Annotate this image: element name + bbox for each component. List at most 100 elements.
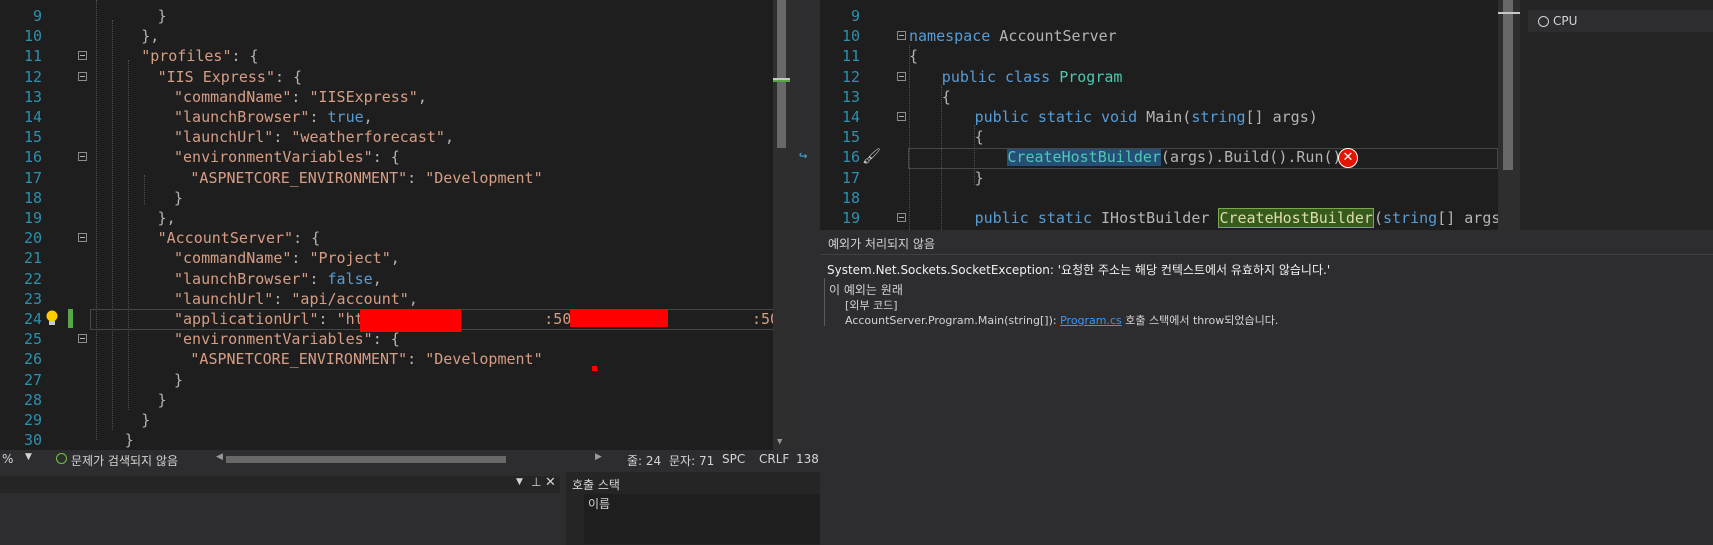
scrollbar-thumb[interactable] [1503, 0, 1513, 170]
line-number: 10 [841, 27, 860, 46]
editor-splitter[interactable]: ↪ 138 [790, 0, 820, 468]
line-number: 16 [23, 148, 42, 167]
exception-header: 예외가 처리되지 않음 [828, 237, 935, 251]
code-line[interactable]: 18 [820, 187, 1520, 207]
column-indicator[interactable]: 문자: 71 [669, 452, 714, 468]
cpu-label[interactable]: CPU [1553, 14, 1577, 28]
line-number: 17 [841, 168, 860, 187]
right-vertical-scrollbar[interactable] [1498, 0, 1520, 230]
code-line[interactable]: 27} [0, 369, 790, 389]
issues-status[interactable]: 문제가 검색되지 않음 [71, 452, 178, 468]
call-stack-tab[interactable]: 호출 스택 [572, 476, 620, 493]
code-line[interactable]: 14 public static void Main(string[] args) [820, 106, 1520, 126]
fold-toggle-icon[interactable] [78, 72, 87, 81]
code-line[interactable]: 28} [0, 389, 790, 409]
redaction [592, 366, 597, 371]
code-line[interactable]: 30} [0, 429, 790, 449]
code-text: } [157, 390, 167, 409]
code-line[interactable]: 10 namespace AccountServer [820, 25, 1520, 45]
right-editor[interactable]: 9 10 namespace AccountServer 11 {12 public cl… [820, 0, 1520, 230]
dropdown-icon[interactable]: ▼ [516, 477, 523, 487]
step-arrow-icon[interactable]: ↪ [799, 148, 807, 164]
fold-toggle-icon[interactable] [897, 213, 906, 222]
indent-guide [128, 60, 129, 410]
code-text: { [941, 87, 951, 106]
pin-icon[interactable]: ⊥ [531, 475, 541, 489]
code-line[interactable]: 21 "commandName": "Project", [0, 247, 790, 267]
radio-icon[interactable] [1538, 16, 1549, 27]
code-line[interactable]: 19}, [0, 207, 790, 227]
line-ending-indicator[interactable]: CRLF [759, 452, 789, 466]
code-text: } [141, 411, 151, 429]
code-text: } [974, 168, 984, 187]
line-number: 30 [23, 431, 42, 450]
scroll-down-icon[interactable]: ▼ [777, 437, 782, 447]
program-cs-link[interactable]: Program.cs [1060, 314, 1122, 327]
fold-toggle-icon[interactable] [78, 233, 87, 242]
code-text: "commandName": "Project", [174, 249, 400, 268]
exception-origin-box: 이 예외는 원래 [외부 코드] AccountServer.Program.M… [824, 278, 1713, 327]
horizontal-scrollbar[interactable] [226, 456, 506, 463]
fold-toggle-icon[interactable] [897, 112, 906, 121]
line-number: 19 [23, 209, 42, 227]
fold-toggle-icon[interactable] [897, 72, 906, 81]
code-line[interactable]: 13 "commandName": "IISExpress", [0, 86, 790, 106]
fold-toggle-icon[interactable] [897, 31, 906, 40]
code-line[interactable]: 11 { [820, 45, 1520, 65]
line-number: 22 [23, 269, 42, 288]
code-line[interactable]: 29} [0, 409, 790, 429]
code-line[interactable]: 10}, [0, 25, 790, 45]
code-line[interactable]: 13 { [820, 86, 1520, 106]
code-line[interactable]: 15 { [820, 126, 1520, 146]
fold-toggle-icon[interactable] [78, 51, 87, 60]
line-number: 27 [23, 370, 42, 389]
change-marker [68, 309, 73, 328]
scroll-left-icon[interactable]: ◀ [216, 452, 223, 462]
code-line[interactable]: 17 "ASPNETCORE_ENVIRONMENT": "Development… [0, 167, 790, 187]
indent-guide [909, 45, 910, 230]
indent-guide [96, 0, 97, 440]
chevron-down-icon[interactable]: ▼ [25, 452, 32, 462]
call-stack-panel: 호출 스택 이름 [566, 472, 820, 545]
code-line[interactable]: 16 "environmentVariables": { [0, 146, 790, 166]
fold-toggle-icon[interactable] [78, 152, 87, 161]
code-line[interactable]: 12 "IIS Express": { [0, 66, 790, 86]
code-text: namespace AccountServer [909, 27, 1117, 46]
fold-toggle-icon[interactable] [78, 334, 87, 343]
code-text: } [174, 188, 184, 207]
code-line[interactable]: 26 "ASPNETCORE_ENVIRONMENT": "Development… [0, 348, 790, 368]
code-line[interactable]: 23 "launchUrl": "api/account", [0, 288, 790, 308]
lightbulb-icon[interactable] [44, 309, 60, 327]
line-number: 26 [23, 350, 42, 369]
code-text: "launchBrowser": false, [174, 269, 382, 288]
left-editor[interactable]: 9} 10}, 11 "profiles": {12 "IIS Express": {1… [0, 0, 790, 450]
scroll-right-icon[interactable]: ▶ [595, 452, 602, 462]
line-number: 14 [841, 108, 860, 126]
code-line[interactable]: 9 [820, 5, 1520, 25]
whitespace-indicator[interactable]: SPC [722, 452, 745, 466]
code-line[interactable]: 12 public class Program [820, 66, 1520, 86]
scrollbar-thumb[interactable] [777, 0, 786, 148]
code-line[interactable]: 20 "AccountServer": { [0, 227, 790, 247]
line-indicator[interactable]: 줄: 24 [627, 452, 661, 468]
line-number: 11 [841, 47, 860, 66]
line-number: 18 [23, 188, 42, 207]
code-line[interactable]: 14 "launchBrowser": true, [0, 106, 790, 126]
code-text: "IIS Express": { [157, 67, 303, 86]
code-line[interactable]: 11 "profiles": { [0, 45, 790, 65]
code-line[interactable]: 22 "launchBrowser": false, [0, 268, 790, 288]
line-number: 29 [23, 411, 42, 429]
left-vertical-scrollbar[interactable]: ▼ [773, 0, 790, 450]
paintbrush-icon[interactable]: 🖌 [862, 147, 881, 165]
code-line[interactable]: 19 public static IHostBuilder CreateHostB… [820, 207, 1520, 228]
error-icon[interactable]: ✕ [1338, 148, 1358, 168]
close-icon[interactable]: ✕ [545, 475, 556, 490]
code-line[interactable]: 17} [820, 167, 1520, 187]
panel-header-left [0, 476, 560, 493]
line-number: 25 [23, 330, 42, 349]
code-line[interactable]: 9} [0, 5, 790, 25]
code-line[interactable]: 15 "launchUrl": "weatherforecast", [0, 126, 790, 146]
code-text: } [157, 7, 167, 25]
zoom-level[interactable]: % [2, 452, 13, 466]
code-line[interactable]: 18} [0, 187, 790, 207]
